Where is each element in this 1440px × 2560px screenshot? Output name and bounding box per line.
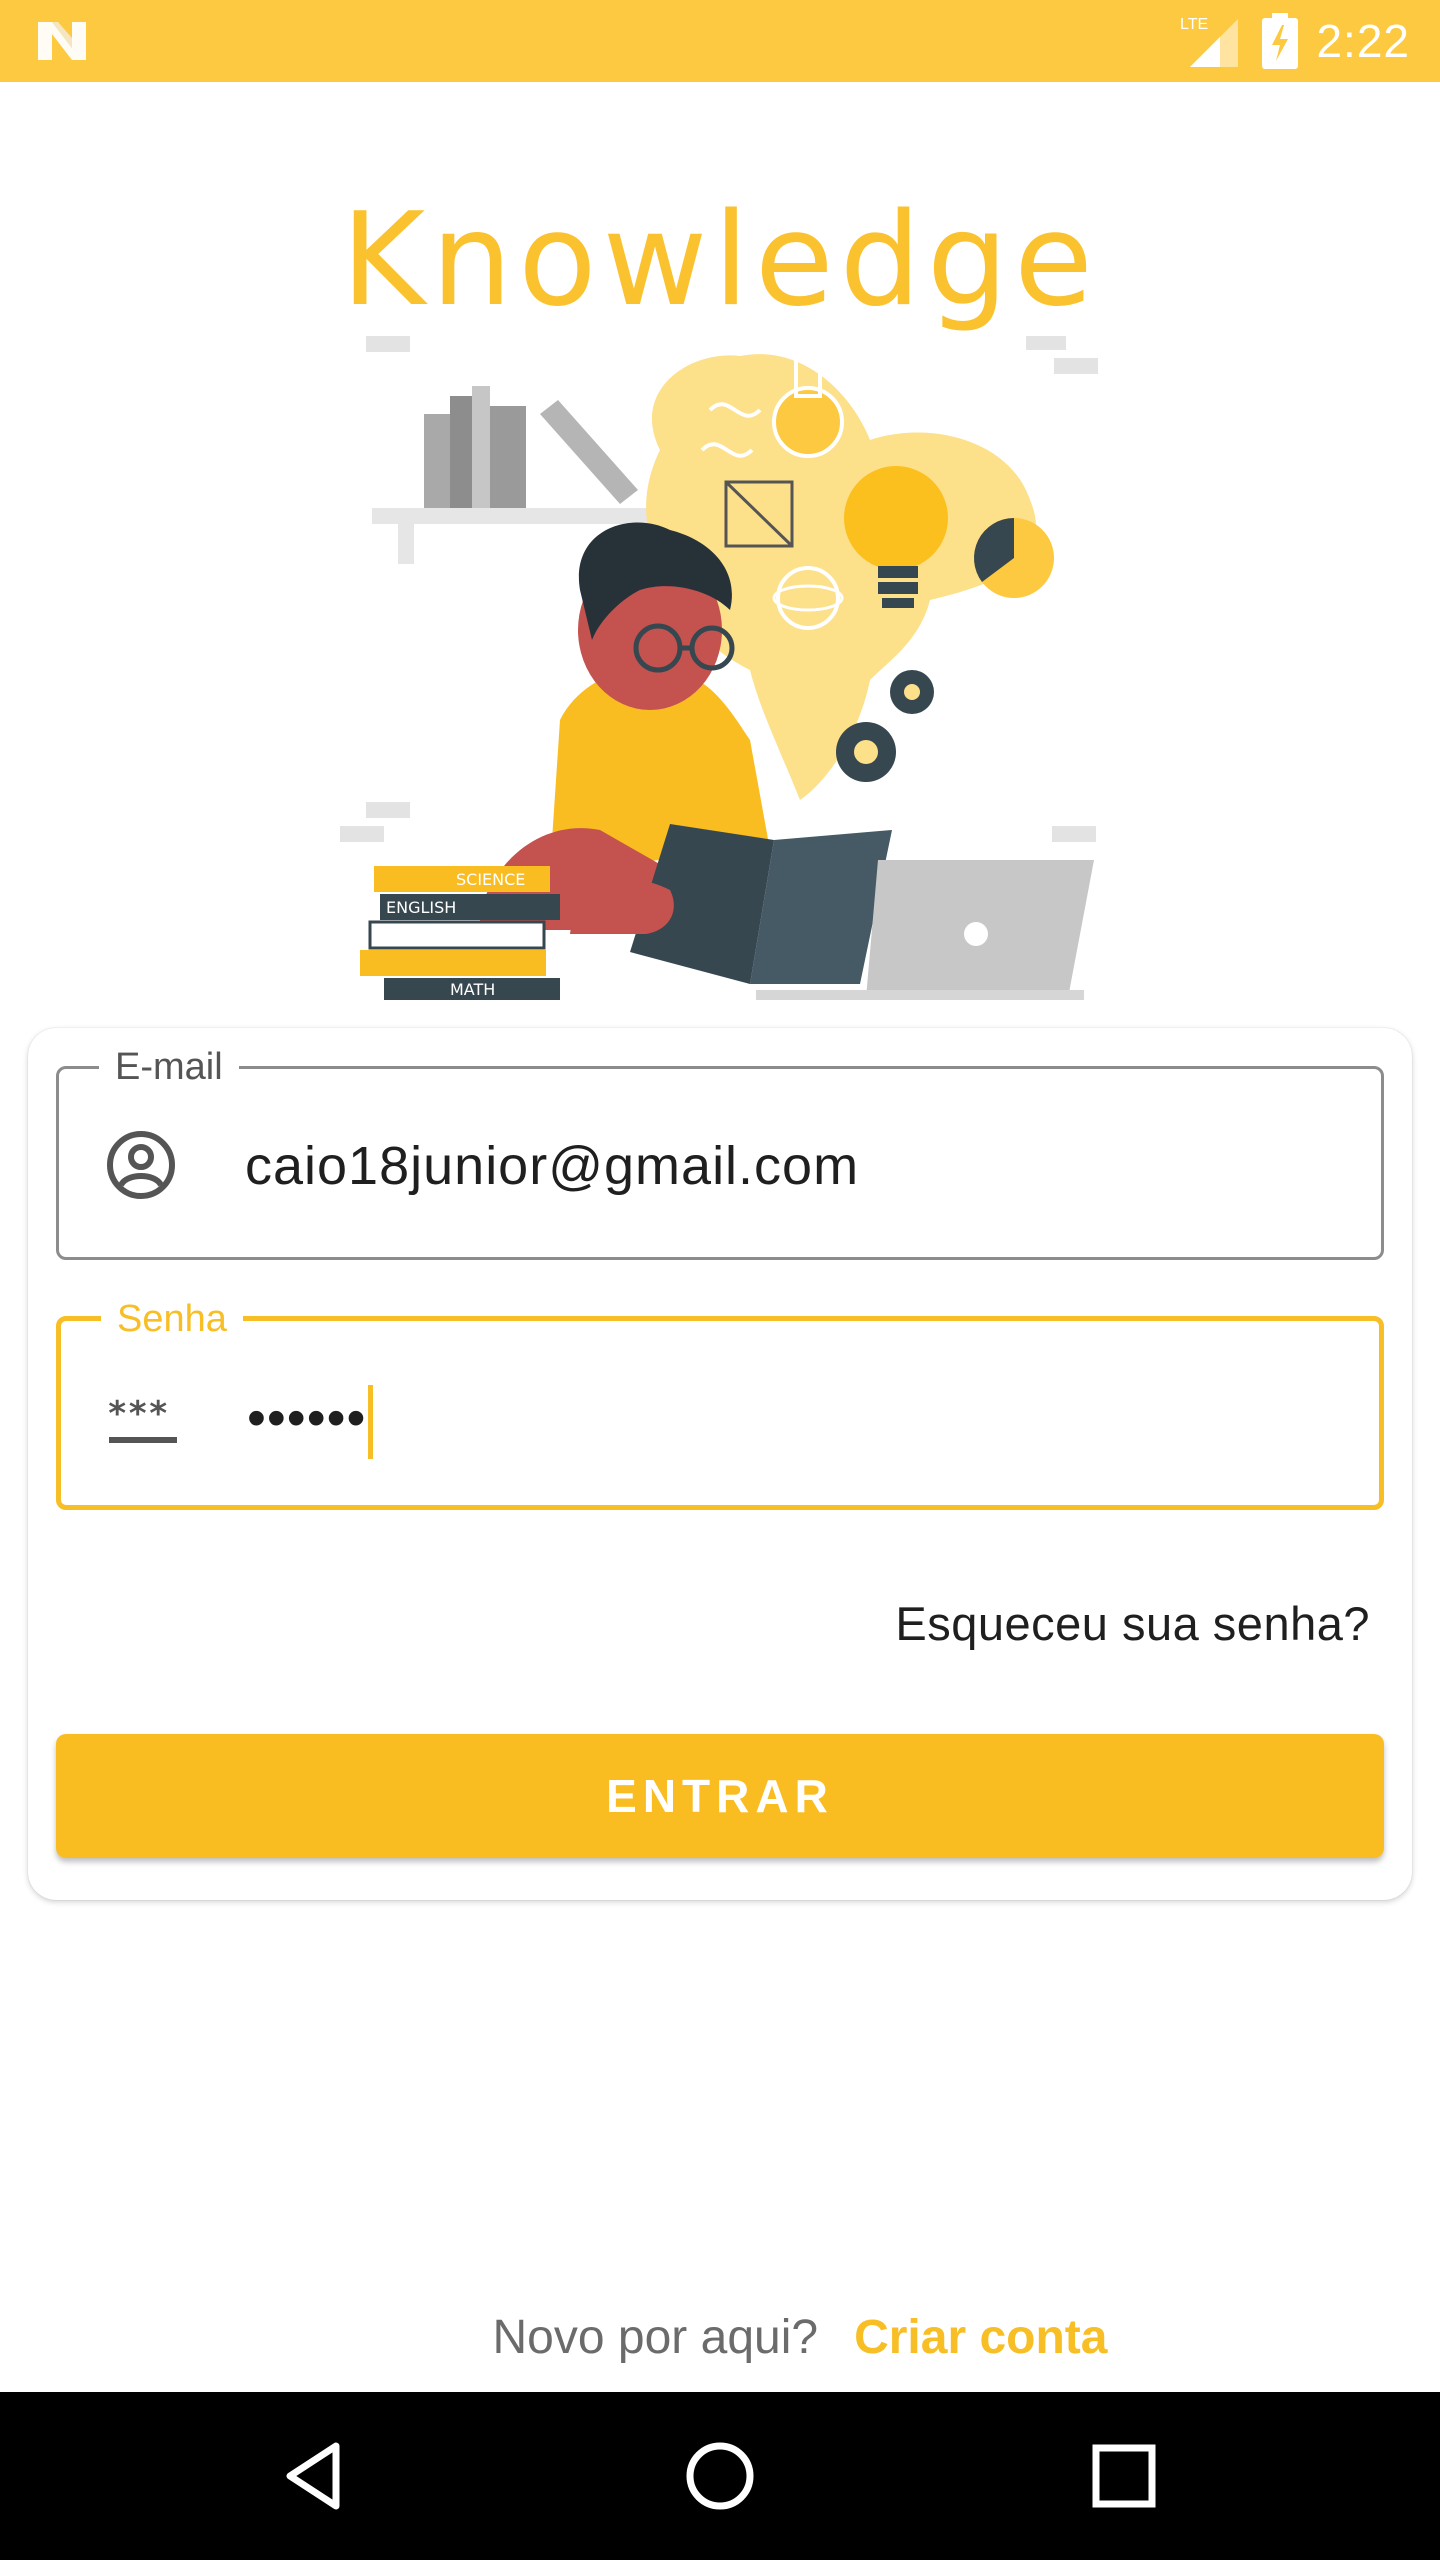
signup-prompt: Novo por aqui? Criar conta: [0, 2310, 1440, 2365]
login-card: E-mail caio18junior@gmail.com Senha *** …: [28, 1028, 1412, 1900]
password-input[interactable]: ••••••: [247, 1383, 374, 1459]
status-bar: LTE 2:22: [0, 0, 1440, 82]
back-icon[interactable]: [276, 2436, 356, 2516]
signup-prompt-text: Novo por aqui?: [492, 2311, 819, 2364]
lte-signal-icon: LTE: [1180, 16, 1239, 67]
recents-icon[interactable]: [1084, 2436, 1164, 2516]
svg-text:SCIENCE: SCIENCE: [456, 870, 525, 889]
create-account-link[interactable]: Criar conta: [854, 2310, 1107, 2365]
status-time: 2:22: [1316, 15, 1410, 67]
battery-charging-icon: [1262, 13, 1299, 69]
login-screen: LTE 2:22 Knowledge E = mc² SCIENCE ENGLI…: [0, 0, 1440, 2560]
account-circle-icon: [107, 1131, 175, 1199]
text-caret: [368, 1384, 374, 1459]
svg-text:MATH: MATH: [450, 980, 495, 999]
password-label: Senha: [101, 1297, 243, 1341]
password-field[interactable]: Senha *** ••••••: [56, 1297, 1384, 1510]
email-field[interactable]: E-mail caio18junior@gmail.com: [56, 1045, 1384, 1260]
svg-text:***: ***: [107, 1394, 168, 1434]
person-reading-books-illustration: E = mc² SCIENCE ENGLISH MATH: [340, 336, 1098, 1000]
status-icons: LTE 2:22: [1180, 8, 1410, 74]
forgot-password-link[interactable]: Esqueceu sua senha?: [895, 1596, 1370, 1651]
login-button[interactable]: ENTRAR: [56, 1734, 1384, 1858]
svg-text:E = mc²: E = mc²: [922, 623, 1011, 648]
n-logo-icon: [38, 22, 86, 60]
home-icon[interactable]: [680, 2436, 760, 2516]
app-title: Knowledge: [341, 186, 1099, 335]
svg-text:ENGLISH: ENGLISH: [386, 898, 456, 917]
email-input[interactable]: caio18junior@gmail.com: [245, 1131, 859, 1201]
password-icon: ***: [107, 1394, 177, 1443]
email-label: E-mail: [99, 1045, 239, 1089]
svg-text:LTE: LTE: [1180, 16, 1208, 33]
navigation-bar: [0, 2392, 1440, 2560]
